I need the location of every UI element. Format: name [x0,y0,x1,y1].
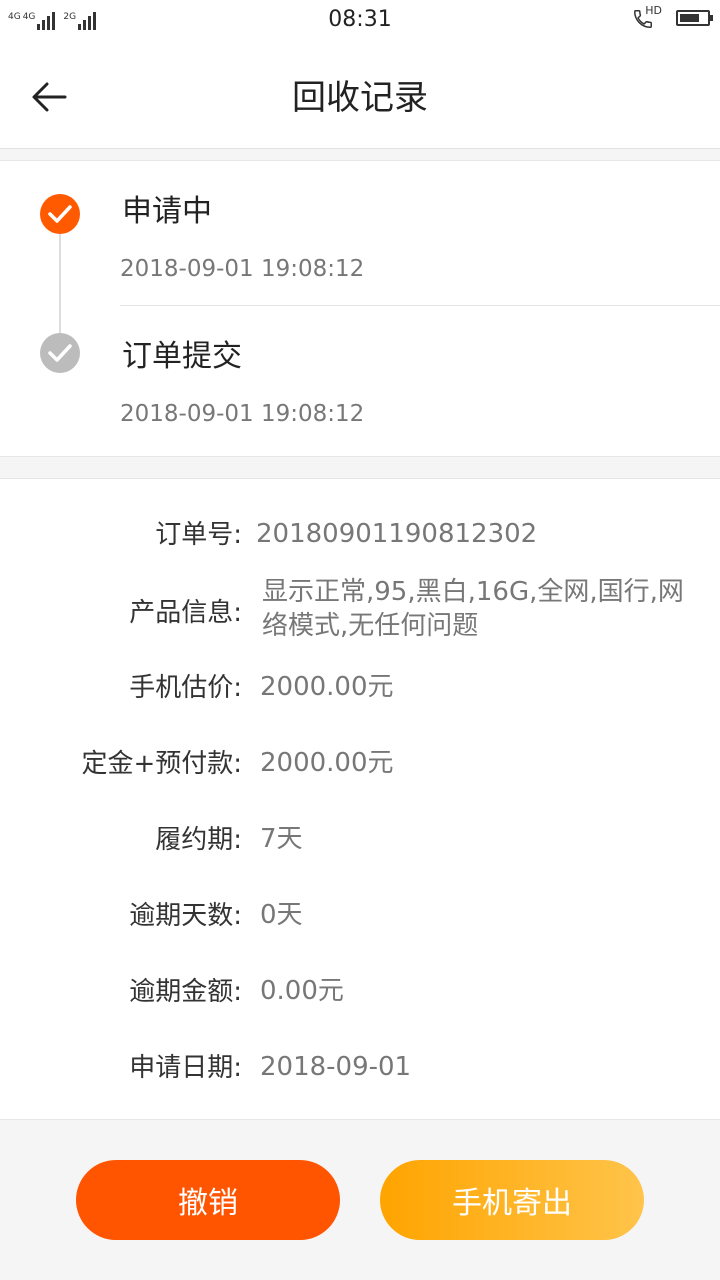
timeline-step-title: 订单提交 [122,339,242,374]
detail-value: 20180901190812302 [256,519,538,549]
ship-phone-button[interactable]: 手机寄出 [380,1160,644,1240]
timeline-step-time: 2018-09-01 19:08:12 [120,401,365,427]
timeline-connector [59,233,61,343]
detail-value: 2018-09-01 [260,1052,412,1082]
hd-label: HD [645,4,662,17]
status-timeline: 申请中 2018-09-01 19:08:12 订单提交 2018-09-01 … [0,160,720,457]
timeline-divider [120,305,720,306]
detail-value: 0天 [260,900,303,930]
detail-label: 履约期: [155,825,242,855]
header: 回收记录 [0,40,720,149]
battery-icon [676,10,713,26]
detail-value: 7天 [260,824,303,854]
status-time: 08:31 [328,7,392,32]
check-circle-icon [40,333,80,373]
action-bar: 撤销 手机寄出 [0,1121,720,1280]
detail-label: 逾期天数: [129,901,242,931]
detail-label: 定金+预付款: [81,749,242,779]
detail-label: 手机估价: [129,673,242,703]
status-right-icons: HD [632,4,713,30]
detail-value: 显示正常,95,黑白,16G,全网,国行,网络模式,无任何问题 [262,577,684,641]
detail-value: 2000.00元 [260,748,394,778]
hd-call-icon: HD [632,4,662,30]
detail-label: 申请日期: [129,1053,242,1083]
cancel-button[interactable]: 撤销 [76,1160,340,1240]
status-bar: 4G 4G 2G 08:31 HD [0,0,720,40]
timeline-step-title: 申请中 [122,194,212,229]
order-details: 订单号: 20180901190812302 产品信息: 显示正常,95,黑白,… [0,478,720,1120]
page-title: 回收记录 [292,78,428,118]
detail-value: 2000.00元 [260,672,394,702]
timeline-step-time: 2018-09-01 19:08:12 [120,256,365,282]
detail-label: 逾期金额: [129,977,242,1007]
screen: 4G 4G 2G 08:31 HD 回收记录 申请中 2018-09-01 19… [0,0,720,1280]
detail-label: 订单号: [155,520,242,550]
detail-label: 产品信息: [129,598,242,628]
check-circle-icon [40,194,80,234]
detail-value: 0.00元 [260,976,344,1006]
